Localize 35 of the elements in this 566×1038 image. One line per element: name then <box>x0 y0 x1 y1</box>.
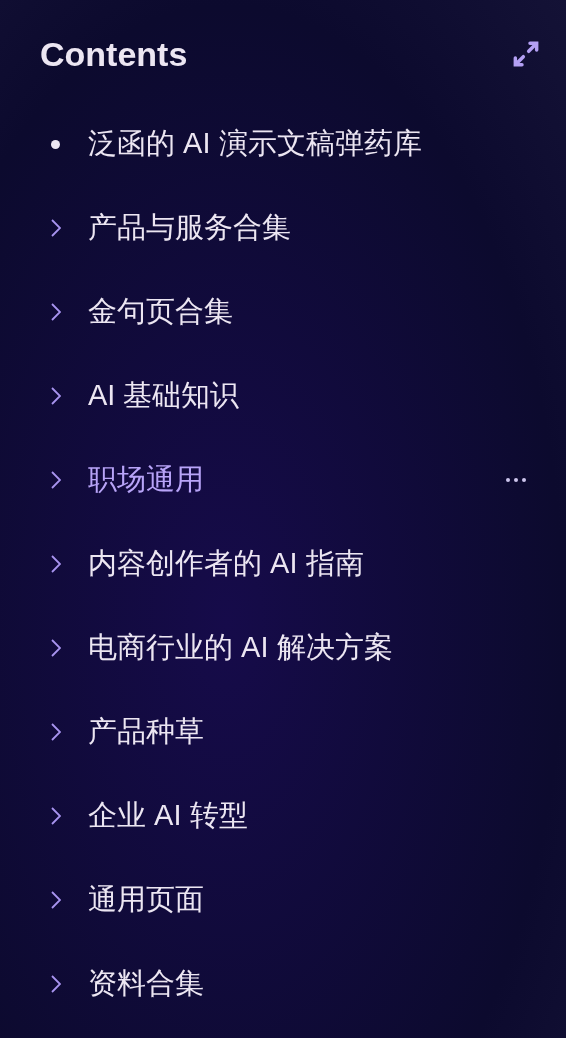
contents-item[interactable]: 泛函的 AI 演示文稿弹药库 <box>40 102 526 186</box>
item-label: 电商行业的 AI 解决方案 <box>88 630 393 666</box>
contents-item[interactable]: 电商行业的 AI 解决方案 <box>40 606 526 690</box>
chevron-right-icon <box>51 639 61 657</box>
chevron-right-icon <box>51 555 61 573</box>
contents-item[interactable]: AI 基础知识 <box>40 354 526 438</box>
bullet-icon <box>51 139 60 149</box>
chevron-right-icon <box>51 723 61 741</box>
chevron-right-icon <box>51 891 61 909</box>
contents-item[interactable]: 产品与服务合集 <box>40 186 526 270</box>
item-label: 产品与服务合集 <box>88 210 291 246</box>
contents-item[interactable]: 企业 AI 转型 <box>40 774 526 858</box>
item-label: 通用页面 <box>88 882 204 918</box>
item-label: 内容创作者的 AI 指南 <box>88 546 364 582</box>
contents-item[interactable]: 产品种草 <box>40 690 526 774</box>
panel-title: Contents <box>40 33 188 75</box>
contents-item[interactable]: 职场通用 <box>40 438 526 522</box>
chevron-right-icon <box>51 975 61 993</box>
item-label: 泛函的 AI 演示文稿弹药库 <box>88 126 422 162</box>
item-label: 资料合集 <box>88 966 204 1002</box>
contents-item[interactable]: 资料合集 <box>40 942 526 1026</box>
more-icon[interactable] <box>506 478 526 482</box>
chevron-right-icon <box>51 471 61 489</box>
chevron-right-icon <box>51 387 61 405</box>
item-label: 产品种草 <box>88 714 204 750</box>
contents-item[interactable]: 金句页合集 <box>40 270 526 354</box>
chevron-right-icon <box>51 303 61 321</box>
item-label: 职场通用 <box>88 462 204 498</box>
contents-item[interactable]: 内容创作者的 AI 指南 <box>40 522 526 606</box>
item-label: 金句页合集 <box>88 294 233 330</box>
contents-item[interactable]: 通用页面 <box>40 858 526 942</box>
chevron-right-icon <box>51 219 61 237</box>
item-label: 企业 AI 转型 <box>88 798 248 834</box>
item-label: AI 基础知识 <box>88 378 240 414</box>
chevron-right-icon <box>51 807 61 825</box>
